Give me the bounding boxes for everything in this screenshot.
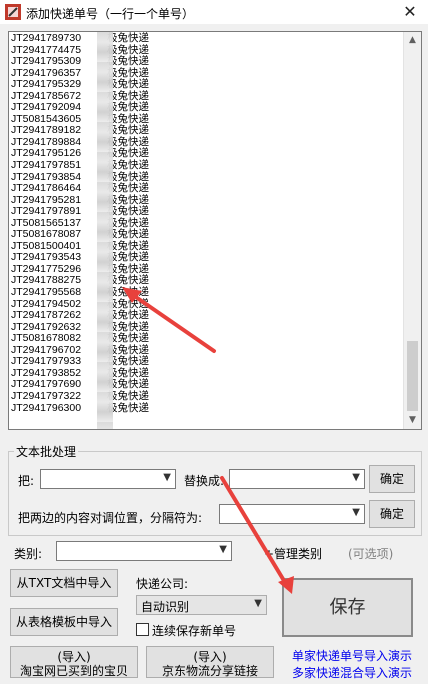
arrow-to-save-head <box>278 576 294 594</box>
annotation-arrows <box>122 287 294 594</box>
arrow-to-save <box>220 476 288 586</box>
arrow-to-list <box>128 291 216 353</box>
